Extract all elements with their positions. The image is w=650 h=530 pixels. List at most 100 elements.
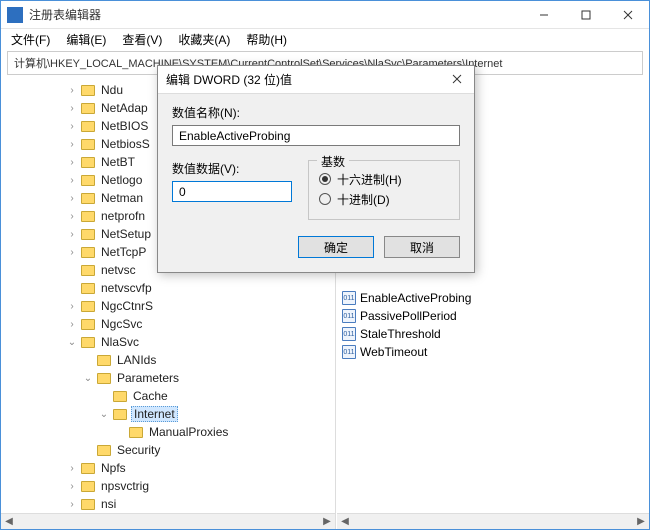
menu-view[interactable]: 查看(V) (116, 29, 168, 50)
folder-icon (81, 337, 95, 348)
radio-hex-label: 十六进制(H) (337, 171, 402, 188)
chevron-right-icon[interactable]: › (65, 227, 79, 241)
folder-icon (81, 499, 95, 510)
folder-icon (81, 121, 95, 132)
dialog-titlebar[interactable]: 编辑 DWORD (32 位)值 (158, 66, 474, 94)
maximize-button[interactable] (565, 1, 607, 29)
tree-node-label: LANIds (115, 353, 158, 367)
radio-hex-icon (319, 173, 331, 185)
tree-node-label: nsi (99, 497, 118, 511)
tree-node-parameters[interactable]: ⌄ Parameters (1, 369, 335, 387)
tree-node-label: ManualProxies (147, 425, 230, 439)
ok-button[interactable]: 确定 (298, 236, 374, 258)
tree-node-lanids[interactable]: LANIds (1, 351, 335, 369)
tree-node-manualproxies[interactable]: ManualProxies (1, 423, 335, 441)
radio-dec-label: 十进制(D) (337, 191, 390, 208)
radio-dec-icon (319, 193, 331, 205)
tree-node-nlasvc[interactable]: ⌄NlaSvc (1, 333, 335, 351)
registry-value-name: WebTimeout (360, 345, 427, 359)
dword-icon: 011 (342, 327, 356, 341)
chevron-down-icon[interactable]: ⌄ (81, 371, 95, 385)
tree-node-label: Security (115, 443, 162, 457)
tree-hscroll[interactable]: ◀ ▶ (1, 513, 335, 529)
chevron-right-icon[interactable]: › (65, 137, 79, 151)
list-hscroll[interactable]: ◀ ▶ (337, 513, 649, 529)
folder-icon (81, 229, 95, 240)
chevron-right-icon[interactable]: › (65, 101, 79, 115)
folder-icon (129, 427, 143, 438)
folder-icon (81, 157, 95, 168)
dialog-title: 编辑 DWORD (32 位)值 (166, 71, 448, 88)
scroll-right-icon[interactable]: ▶ (633, 514, 649, 529)
folder-icon (81, 283, 95, 294)
folder-icon (81, 247, 95, 258)
data-field[interactable] (172, 181, 292, 202)
chevron-right-icon[interactable]: › (65, 119, 79, 133)
tree-node-security[interactable]: Security (1, 441, 335, 459)
tree-node-nsi[interactable]: › nsi (1, 495, 335, 513)
folder-icon (81, 463, 95, 474)
chevron-right-icon[interactable]: › (65, 173, 79, 187)
close-button[interactable] (607, 1, 649, 29)
chevron-right-icon[interactable]: › (65, 299, 79, 313)
scroll-left-icon[interactable]: ◀ (337, 514, 353, 529)
chevron-down-icon[interactable]: ⌄ (65, 335, 79, 349)
chevron-right-icon[interactable]: › (65, 317, 79, 331)
tree-node-label: NgcSvc (99, 317, 144, 331)
app-icon (7, 7, 23, 23)
registry-value-passivepollperiod[interactable]: 011PassivePollPeriod (342, 307, 649, 325)
tree-node-npfs[interactable]: › Npfs (1, 459, 335, 477)
registry-value-enableactiveprobing[interactable]: 011EnableActiveProbing (342, 289, 649, 307)
chevron-right-icon[interactable]: › (65, 155, 79, 169)
chevron-right-icon[interactable]: › (65, 497, 79, 511)
tree-node-ngcsvc[interactable]: › NgcSvc (1, 315, 335, 333)
dword-icon: 011 (342, 291, 356, 305)
tree-node-ngcctnrs[interactable]: › NgcCtnrS (1, 297, 335, 315)
tree-node-label: NetTcpP (99, 245, 148, 259)
folder-icon (97, 373, 111, 384)
folder-icon (81, 85, 95, 96)
tree-node-label: Cache (131, 389, 170, 403)
menu-help[interactable]: 帮助(H) (240, 29, 293, 50)
tree-node-label: npsvctrig (99, 479, 151, 493)
menu-edit[interactable]: 编辑(E) (60, 29, 112, 50)
radio-dec[interactable]: 十进制(D) (319, 189, 449, 209)
tree-node-cache[interactable]: Cache (1, 387, 335, 405)
menubar: 文件(F) 编辑(E) 查看(V) 收藏夹(A) 帮助(H) (1, 29, 649, 49)
radio-hex[interactable]: 十六进制(H) (319, 169, 449, 189)
registry-value-name: StaleThreshold (360, 327, 441, 341)
folder-icon (81, 265, 95, 276)
cancel-button[interactable]: 取消 (384, 236, 460, 258)
dialog-close-button[interactable] (448, 73, 466, 87)
menu-file[interactable]: 文件(F) (5, 29, 56, 50)
tree-node-netvscvfp[interactable]: netvscvfp (1, 279, 335, 297)
scroll-right-icon[interactable]: ▶ (319, 514, 335, 529)
folder-icon (81, 175, 95, 186)
minimize-button[interactable] (523, 1, 565, 29)
chevron-right-icon[interactable]: › (65, 245, 79, 259)
edit-dword-dialog: 编辑 DWORD (32 位)值 数值名称(N): 数值数据(V): 基数 十六… (157, 65, 475, 273)
registry-value-webtimeout[interactable]: 011WebTimeout (342, 343, 649, 361)
folder-icon (81, 211, 95, 222)
folder-icon (113, 409, 127, 420)
chevron-right-icon[interactable]: › (65, 479, 79, 493)
titlebar: 注册表编辑器 (1, 1, 649, 29)
chevron-right-icon[interactable]: › (65, 83, 79, 97)
tree-node-label: Parameters (115, 371, 181, 385)
tree-node-label: Netlogo (99, 173, 144, 187)
tree-node-label: Npfs (99, 461, 128, 475)
chevron-down-icon[interactable]: ⌄ (97, 407, 111, 421)
name-field (172, 125, 460, 146)
tree-node-internet[interactable]: ⌄Internet (1, 405, 335, 423)
tree-node-npsvctrig[interactable]: › npsvctrig (1, 477, 335, 495)
scroll-left-icon[interactable]: ◀ (1, 514, 17, 529)
tree-node-label: NgcCtnrS (99, 299, 155, 313)
tree-node-label: netvscvfp (99, 281, 154, 295)
tree-node-label: NetbiosS (99, 137, 152, 151)
tree-node-label: NetSetup (99, 227, 153, 241)
chevron-right-icon[interactable]: › (65, 209, 79, 223)
chevron-right-icon[interactable]: › (65, 191, 79, 205)
menu-favorites[interactable]: 收藏夹(A) (172, 29, 236, 50)
chevron-right-icon[interactable]: › (65, 461, 79, 475)
registry-value-stalethreshold[interactable]: 011 StaleThreshold (342, 325, 649, 343)
